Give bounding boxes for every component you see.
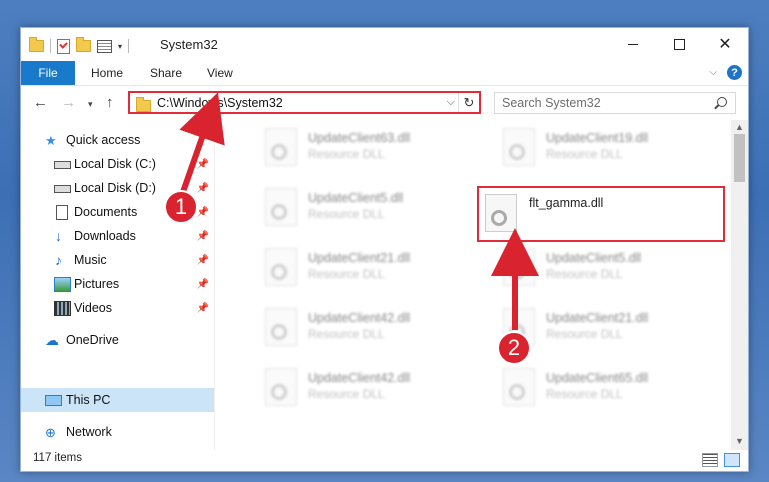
arrow-to-address-bar xyxy=(179,92,225,193)
callout-1: 1 xyxy=(164,190,198,224)
callout-2: 2 xyxy=(497,331,531,365)
annotation-arrows xyxy=(179,92,539,330)
